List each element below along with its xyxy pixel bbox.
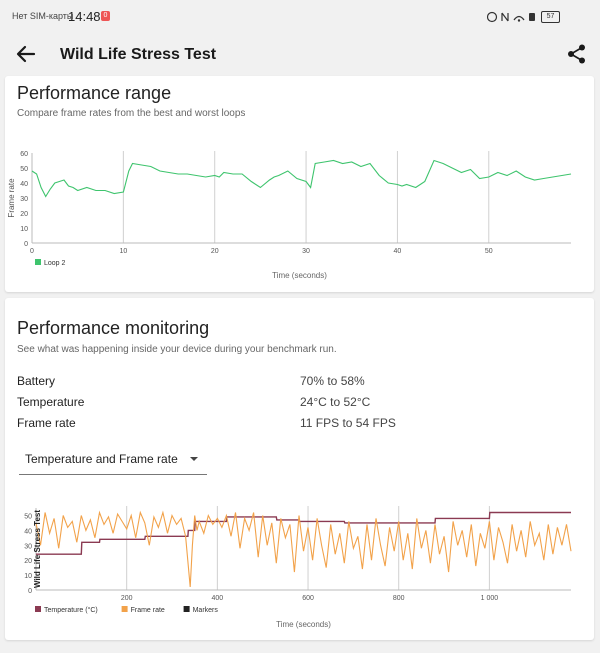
chart-selector-dropdown[interactable]: Temperature and Frame rate xyxy=(19,446,207,475)
performance-range-card: Performance range Compare frame rates fr… xyxy=(5,76,594,292)
frame-rate-value: 11 FPS to 54 FPS xyxy=(300,416,396,430)
battery-label: Battery xyxy=(17,374,56,388)
x-tick-label: 600 xyxy=(302,595,314,602)
frame-rate-label: Frame rate xyxy=(17,416,76,430)
app-bar: Wild Life Stress Test xyxy=(0,34,600,76)
section-title: Performance range xyxy=(17,83,172,103)
clock: 14:48 xyxy=(68,9,101,24)
back-arrow-icon[interactable] xyxy=(14,42,38,66)
share-icon[interactable] xyxy=(566,43,588,65)
temperature-value: 24°C to 52°C xyxy=(300,395,371,409)
section-subtitle: Compare frame rates from the best and wo… xyxy=(17,108,246,119)
notification-badge: 0 xyxy=(101,11,110,21)
legend-label: Temperature (°C) xyxy=(44,606,98,614)
legend-label: Loop 2 xyxy=(44,260,66,267)
performance-monitoring-card: Performance monitoring See what was happ… xyxy=(5,298,594,640)
x-tick-label: 200 xyxy=(121,595,133,602)
y-tick-label: 60 xyxy=(20,151,28,158)
performance-monitoring-chart: 0 10 20 30 40 50 200 400 600 800 1 000 Wild Life St… xyxy=(24,506,572,629)
x-tick-label: 800 xyxy=(393,595,405,602)
x-tick-label: 10 xyxy=(119,248,127,255)
x-tick-label: 400 xyxy=(212,595,224,602)
legend-swatch xyxy=(121,606,128,612)
x-tick-label: 50 xyxy=(485,248,493,255)
status-icons xyxy=(487,11,535,23)
y-tick-label: 40 xyxy=(20,181,28,188)
series-line-frame-rate xyxy=(35,510,572,588)
x-tick-label: 0 xyxy=(30,248,34,255)
carrier-label: Нет SIM-карты xyxy=(12,11,74,21)
y-tick-label: 50 xyxy=(24,513,32,520)
y-tick-label: 30 xyxy=(20,196,28,203)
legend-label: Markers xyxy=(193,607,219,614)
x-axis-label: Time (seconds) xyxy=(276,620,331,629)
y-axis-label: Wild Life Stress Test xyxy=(33,510,42,588)
legend-swatch xyxy=(35,606,41,612)
status-bar: Нет SIM-карты 14:48 0 57 xyxy=(0,0,600,34)
x-axis-label: Time (seconds) xyxy=(272,271,327,280)
temperature-label: Temperature xyxy=(17,395,85,409)
battery-icon: 57 xyxy=(541,11,560,23)
dropdown-selected-label: Temperature and Frame rate xyxy=(25,452,178,466)
legend-swatch xyxy=(35,259,41,265)
page-title: Wild Life Stress Test xyxy=(60,46,217,63)
y-tick-label: 40 xyxy=(24,528,32,535)
y-axis-label: Frame rate xyxy=(7,178,16,218)
y-tick-label: 20 xyxy=(20,211,28,218)
y-tick-label: 10 xyxy=(20,226,28,233)
battery-value: 70% to 58% xyxy=(300,374,365,388)
caret-down-icon xyxy=(190,457,198,461)
x-tick-label: 20 xyxy=(211,248,219,255)
section-subtitle: See what was happening inside your devic… xyxy=(17,344,337,355)
y-tick-label: 0 xyxy=(28,588,32,595)
legend-swatch xyxy=(183,606,190,612)
y-tick-label: 20 xyxy=(24,558,32,565)
section-title: Performance monitoring xyxy=(17,318,210,338)
x-tick-label: 30 xyxy=(302,248,310,255)
series-line-loop-2 xyxy=(31,159,572,198)
y-tick-label: 30 xyxy=(24,543,32,550)
performance-range-chart: 0 10 20 30 40 50 60 0 10 20 30 40 50 Frame rate Time (… xyxy=(7,151,572,280)
y-tick-label: 0 xyxy=(24,241,28,248)
x-tick-label: 1 000 xyxy=(481,595,499,602)
x-tick-label: 40 xyxy=(394,248,402,255)
y-tick-label: 10 xyxy=(24,573,32,580)
y-tick-label: 50 xyxy=(20,166,28,173)
legend-label: Frame rate xyxy=(131,607,165,614)
